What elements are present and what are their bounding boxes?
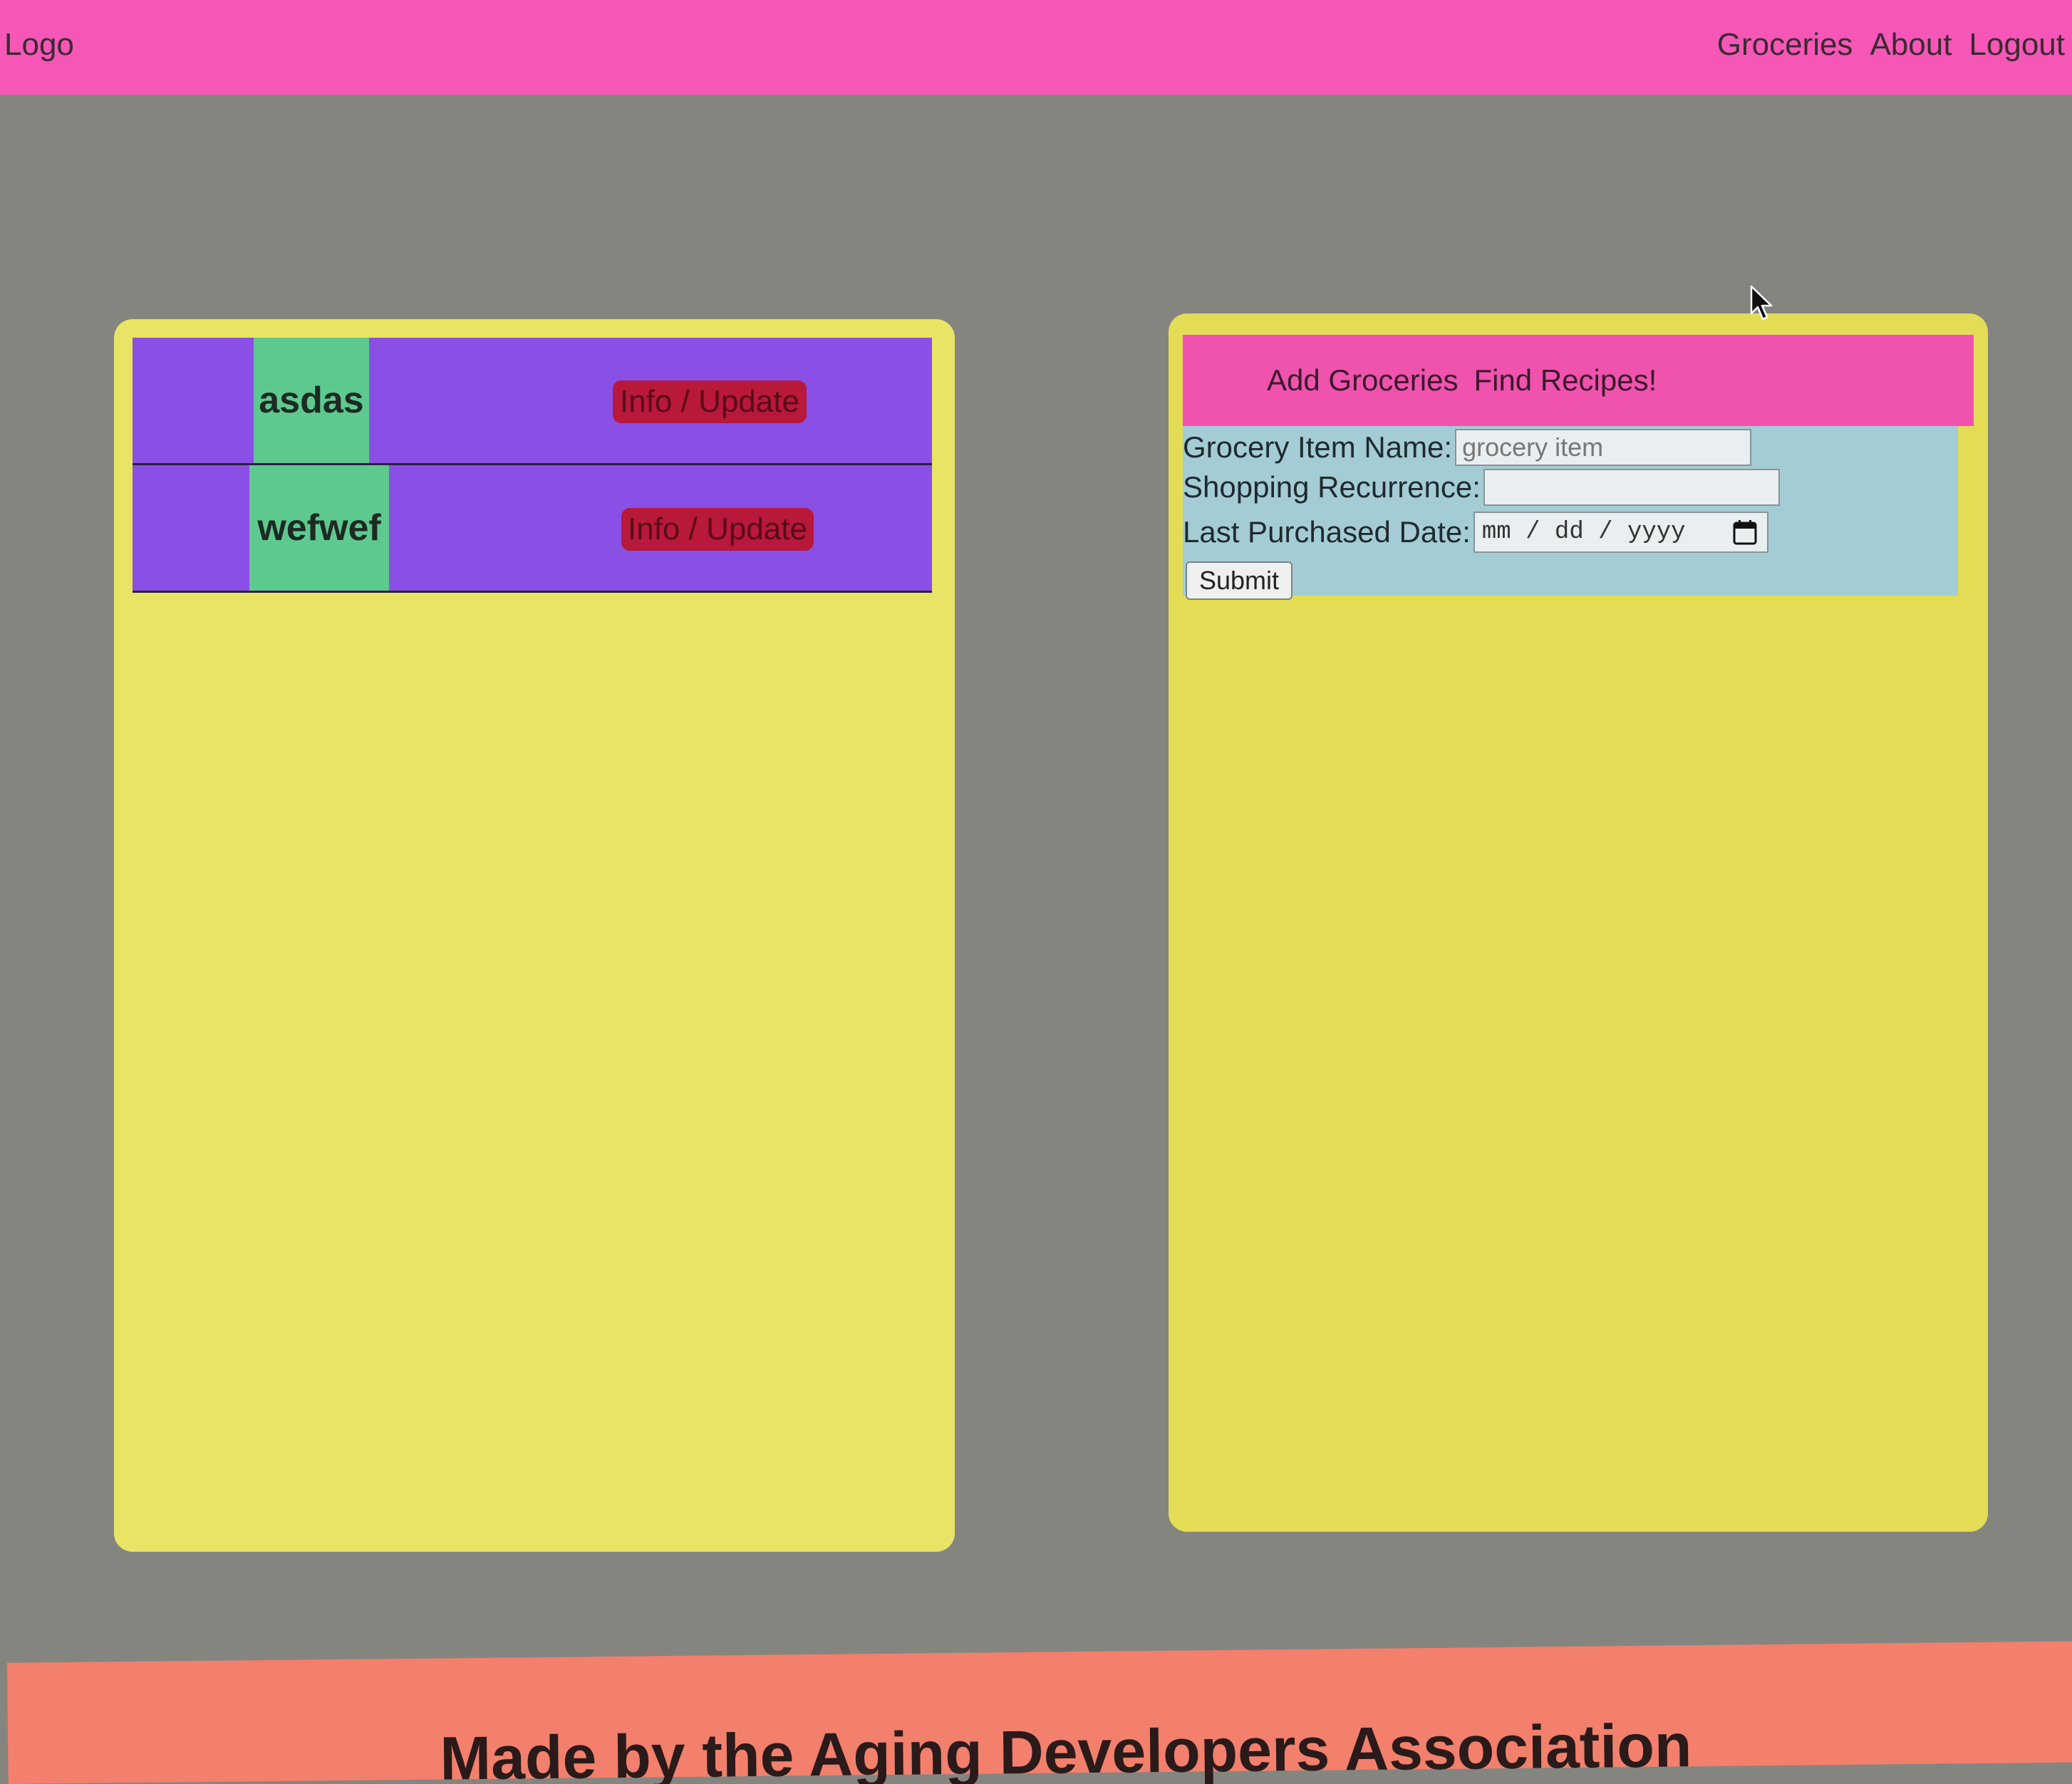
page: Logo Groceries About Logout asdas Info /… [0, 0, 2072, 1784]
grocery-item-name: asdas [259, 380, 364, 421]
panel-tab-bar: Add Groceries Find Recipes! [1183, 335, 1974, 426]
item-name-label: Grocery Item Name: [1183, 430, 1453, 464]
logo[interactable]: Logo [4, 27, 74, 63]
date-placeholder: mm / dd / yyyy [1481, 519, 1686, 546]
form-row-item-name: Grocery Item Name: [1183, 429, 1752, 466]
grocery-list: asdas Info / Update wefwef Info / Update [133, 338, 932, 593]
nav-link-logout[interactable]: Logout [1969, 27, 2065, 63]
nav-links: Groceries About Logout [1717, 27, 2065, 63]
info-update-button[interactable]: Info / Update [621, 508, 814, 551]
grocery-item-name: wefwef [257, 507, 381, 549]
nav-link-about[interactable]: About [1870, 27, 1952, 63]
form-row-date: Last Purchased Date: mm / dd / yyyy [1183, 512, 1768, 553]
item-name-input[interactable] [1455, 429, 1752, 466]
last-purchased-date-input[interactable]: mm / dd / yyyy [1473, 512, 1768, 553]
grocery-name-cell: asdas [254, 338, 369, 463]
tab-find-recipes[interactable]: Find Recipes! [1473, 363, 1657, 398]
recurrence-input[interactable] [1483, 469, 1780, 506]
submit-button[interactable]: Submit [1186, 561, 1293, 600]
grocery-list-panel: asdas Info / Update wefwef Info / Update [114, 319, 955, 1552]
mouse-cursor-icon [1750, 285, 1773, 321]
footer: Made by the Aging Developers Association [7, 1641, 2072, 1784]
grocery-name-cell: wefwef [249, 465, 389, 591]
panel-tabs: Add Groceries Find Recipes! [1267, 363, 1657, 398]
recurrence-label: Shopping Recurrence: [1183, 470, 1481, 504]
tab-add-groceries[interactable]: Add Groceries [1267, 363, 1458, 398]
grocery-row: wefwef Info / Update [133, 465, 932, 593]
calendar-icon[interactable] [1733, 519, 1757, 545]
date-label: Last Purchased Date: [1183, 515, 1471, 549]
add-grocery-form: Grocery Item Name: Shopping Recurrence: … [1183, 426, 1958, 600]
footer-credit: Made by the Aging Developers Association [439, 1711, 1692, 1784]
add-groceries-panel: Add Groceries Find Recipes! Grocery Item… [1169, 313, 1988, 1532]
info-update-button[interactable]: Info / Update [613, 380, 807, 423]
top-navbar: Logo Groceries About Logout [0, 0, 2072, 95]
grocery-row: asdas Info / Update [133, 338, 932, 465]
form-row-recurrence: Shopping Recurrence: [1183, 469, 1780, 506]
nav-link-groceries[interactable]: Groceries [1717, 27, 1853, 63]
